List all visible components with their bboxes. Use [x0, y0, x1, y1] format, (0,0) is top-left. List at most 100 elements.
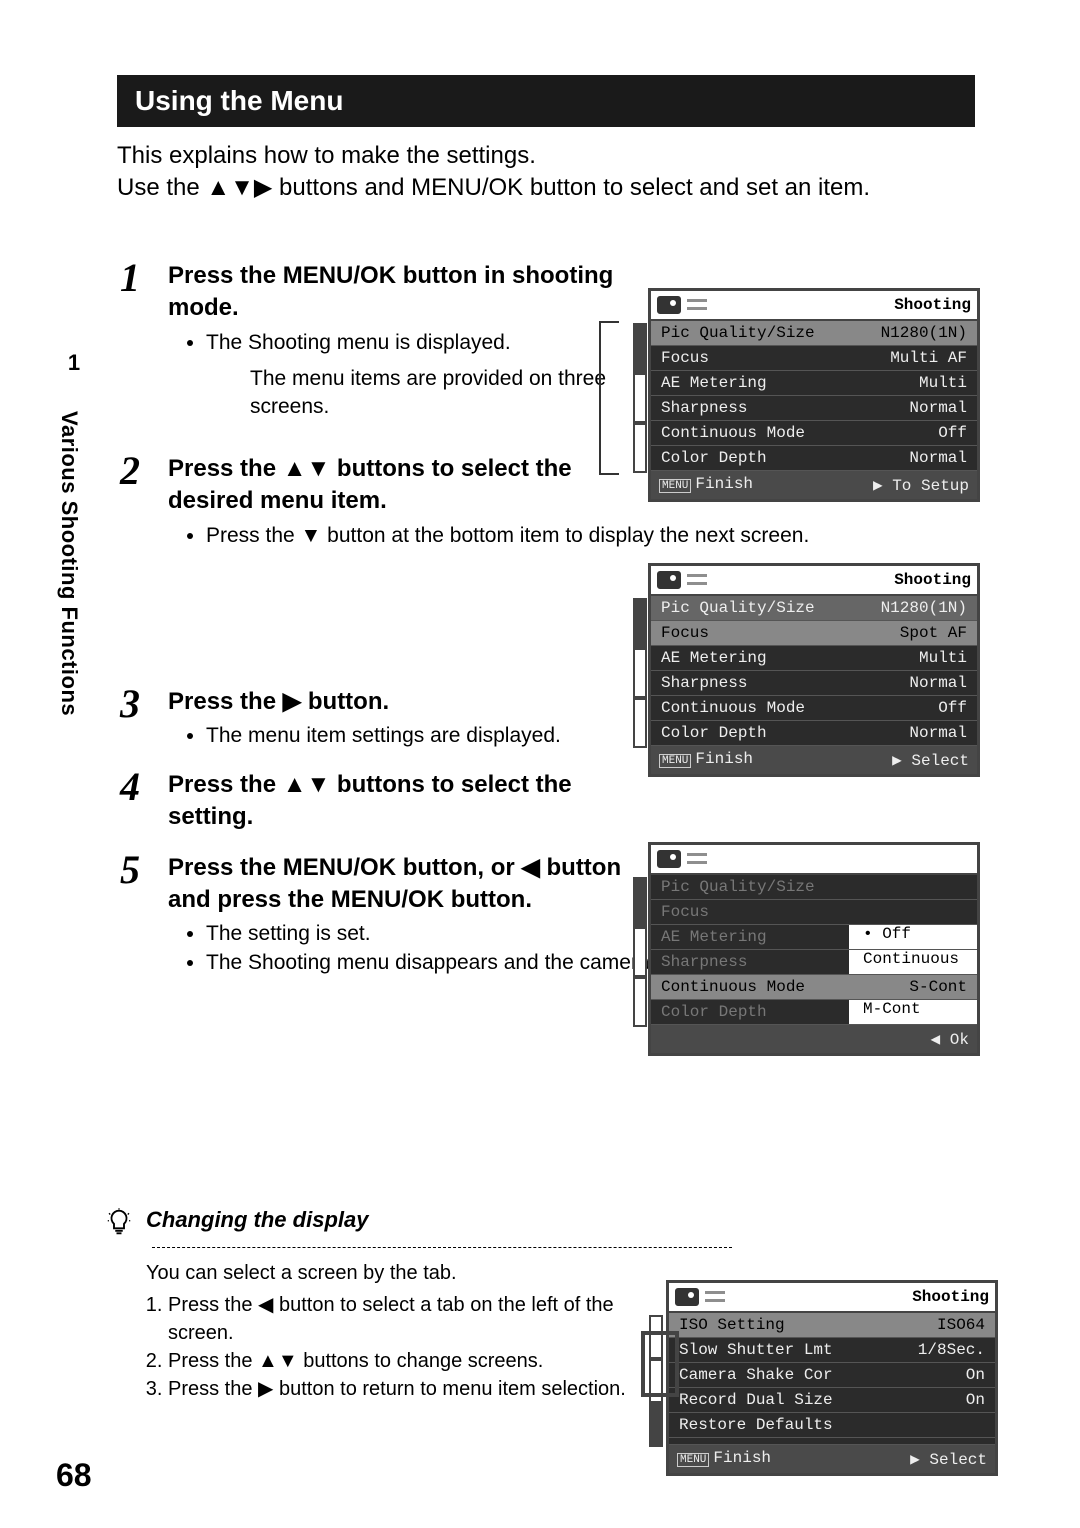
- menu-row: SharpnessContinuous: [651, 950, 977, 975]
- menu-row: Pic Quality/Size: [651, 875, 977, 900]
- menu-row: AE MeteringMulti: [651, 646, 977, 671]
- right-arrow-icon: ▶: [873, 477, 883, 495]
- menu-rows: Pic Quality/SizeN1280(1N)FocusSpot AFAE …: [651, 596, 977, 746]
- menu-row: [669, 1438, 995, 1445]
- menu-row: AE MeteringMulti: [651, 371, 977, 396]
- setup-icon: [687, 572, 707, 588]
- menu-row: Focus: [651, 900, 977, 925]
- left-arrow-icon: ◀: [931, 1031, 941, 1049]
- text: You can select a screen by the tab.: [146, 1259, 636, 1287]
- down-arrow-icon: [307, 455, 331, 482]
- menu-item-value: S-Cont: [909, 978, 967, 996]
- bullet: Press the button at the bottom item to d…: [206, 522, 960, 550]
- menu-item-value: On: [966, 1391, 985, 1409]
- tip-item: Press the button to return to menu item …: [168, 1375, 636, 1403]
- menu-row: Color DepthNormal: [651, 446, 977, 471]
- camera-icon: [675, 1288, 699, 1306]
- menu-row: Pic Quality/Size N1280(1N): [651, 596, 977, 621]
- menu-item-label: Sharpness: [661, 674, 747, 692]
- menu-tabbar: Shooting: [651, 291, 977, 321]
- menu-item-label: Pic Quality/Size: [661, 599, 815, 617]
- tip-item: Press the buttons to change screens.: [168, 1347, 636, 1375]
- step-body: Press the button at the bottom item to d…: [188, 522, 960, 550]
- menu-item-label: Color Depth: [661, 449, 767, 467]
- intro-line-2: Use the buttons and MENU/OK button to se…: [117, 172, 957, 204]
- menu-item-value: Off: [938, 424, 967, 442]
- menu-item-value: Normal: [909, 674, 967, 692]
- menu-row: Record Dual Size On: [669, 1388, 995, 1413]
- menu-tag: MENU: [677, 1453, 709, 1467]
- bracket-icon: [599, 321, 619, 475]
- chapter-number: 1: [56, 350, 92, 376]
- tab-highlight-box: [641, 1331, 679, 1397]
- menu-row: Color DepthM-Cont: [651, 1000, 977, 1025]
- text: Press the MENU/OK button, or: [168, 854, 521, 881]
- text: button to return to menu item selection.: [273, 1378, 625, 1400]
- text: Press the: [168, 455, 283, 482]
- text: Ok: [950, 1031, 969, 1049]
- step-heading: Press the buttons to select the setting.: [168, 769, 608, 834]
- right-arrow-icon: [258, 1378, 273, 1400]
- camera-menu-screenshot-1: Shooting Pic Quality/SizeN1280(1N)FocusM…: [648, 288, 980, 502]
- menu-item-value: N1280(1N): [881, 324, 967, 342]
- text: Press the: [206, 524, 301, 547]
- text: Select: [929, 1451, 987, 1469]
- left-arrow-icon: [521, 854, 539, 881]
- menu-item-label: Record Dual Size: [679, 1391, 833, 1409]
- menu-tag: MENU: [659, 479, 691, 493]
- menu-item-value: On: [966, 1366, 985, 1384]
- intro-text: This explains how to make the settings. …: [117, 140, 957, 205]
- text: Press the: [168, 1378, 258, 1400]
- menu-title: Shooting: [912, 1288, 989, 1306]
- menu-row: AE Metering• Off: [651, 925, 977, 950]
- menu-tabbar: [651, 845, 977, 875]
- menu-row: SharpnessNormal: [651, 396, 977, 421]
- menu-item-label: AE Metering: [661, 649, 767, 667]
- menu-row: Restore Defaults: [669, 1413, 995, 1438]
- camera-icon: [657, 571, 681, 589]
- text: Use the: [117, 174, 206, 201]
- text: Select: [911, 752, 969, 770]
- left-arrow-icon: [258, 1294, 273, 1316]
- camera-icon: [657, 850, 681, 868]
- text: Finish: [695, 475, 753, 493]
- tip-item: Press the button to select a tab on the …: [168, 1291, 636, 1347]
- lightbulb-icon: [104, 1207, 134, 1237]
- menu-item-label: AE Metering: [661, 928, 767, 946]
- bullet: The menu item settings are displayed.: [206, 722, 618, 750]
- menu-row: Continuous Mode S-Cont: [651, 975, 977, 1000]
- right-arrow-icon: ▶: [892, 752, 902, 770]
- text: button at the bottom item to display the…: [321, 524, 809, 547]
- menu-item-label: Continuous Mode: [661, 978, 805, 996]
- scroll-indicator: [633, 323, 647, 473]
- step-body: The menu item settings are displayed.: [188, 722, 618, 750]
- step-heading: Press the MENU/OK button in shooting mod…: [168, 260, 628, 325]
- up-arrow-icon: [258, 1350, 278, 1372]
- text: Press the: [168, 771, 283, 798]
- menu-row: Continuous ModeOff: [651, 421, 977, 446]
- menu-item-value: Continuous: [849, 950, 977, 974]
- step-note: The menu items are provided on three scr…: [250, 365, 610, 422]
- text: Press the: [168, 1294, 258, 1316]
- up-arrow-icon: [283, 455, 307, 482]
- menu-rows: ISO SettingISO64Slow Shutter Lmt1/8Sec.C…: [669, 1313, 995, 1445]
- menu-item-value: Multi: [919, 374, 967, 392]
- manual-page: Using the Menu This explains how to make…: [0, 0, 1080, 1528]
- menu-item-value: Normal: [909, 399, 967, 417]
- menu-tabbar: Shooting: [669, 1283, 995, 1313]
- step-number: 1: [120, 254, 140, 301]
- menu-row: Continuous ModeOff: [651, 696, 977, 721]
- menu-item-label: Camera Shake Cor: [679, 1366, 833, 1384]
- menu-rows: Pic Quality/SizeN1280(1N)FocusMulti AFAE…: [651, 321, 977, 471]
- tip-body: You can select a screen by the tab. Pres…: [146, 1259, 636, 1403]
- menu-item-label: Pic Quality/Size: [661, 878, 815, 896]
- text: Finish: [695, 750, 753, 768]
- menu-item-value: N1280(1N): [881, 599, 967, 617]
- menu-item-label: Focus: [661, 624, 709, 642]
- scroll-indicator: [633, 877, 647, 1027]
- right-arrow-icon: ▶: [910, 1451, 920, 1469]
- step-4: 4 Press the buttons to select the settin…: [120, 769, 960, 834]
- menu-item-value: Multi AF: [890, 349, 967, 367]
- menu-row: FocusMulti AF: [651, 346, 977, 371]
- menu-row: FocusSpot AF: [651, 621, 977, 646]
